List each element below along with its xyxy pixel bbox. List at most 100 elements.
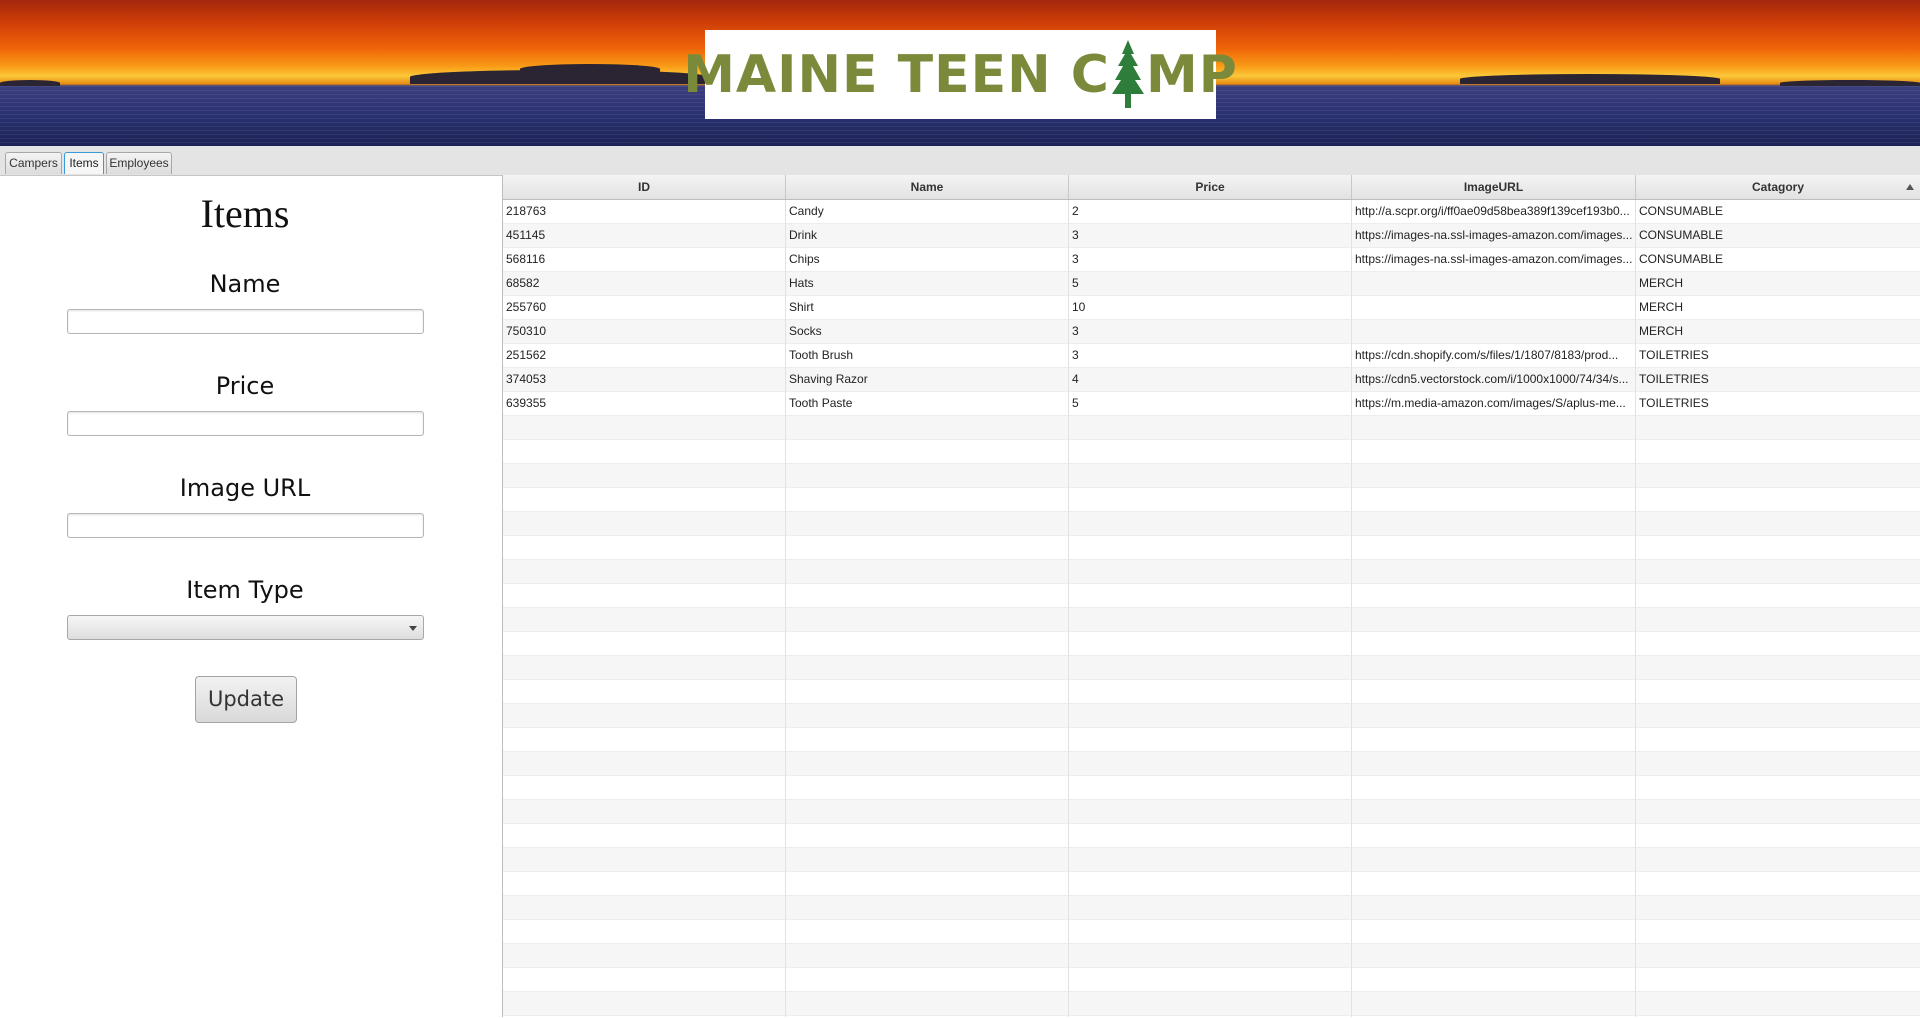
table-cell: [1069, 872, 1352, 896]
item-type-dropdown[interactable]: [67, 615, 424, 640]
tab-bar: Campers Items Employees: [0, 146, 1920, 176]
table-cell: [1352, 440, 1636, 464]
empty-table-row[interactable]: [503, 608, 1920, 632]
empty-table-row[interactable]: [503, 992, 1920, 1016]
empty-table-row[interactable]: [503, 536, 1920, 560]
table-row[interactable]: 218763 Candy 2 http://a.scpr.org/i/ff0ae09d…: [503, 200, 1920, 224]
items-table[interactable]: ID Name Price ImageURL Catagory 218763 Ca…: [502, 175, 1920, 1017]
table-cell: http://a.scpr.org/i/ff0ae09d58bea389f139…: [1352, 200, 1636, 224]
tab-items[interactable]: Items: [64, 152, 104, 174]
tab-label: Campers: [9, 156, 58, 170]
table-cell: [1069, 560, 1352, 584]
table-cell: [1352, 800, 1636, 824]
empty-table-row[interactable]: [503, 1016, 1920, 1017]
table-cell: [1069, 464, 1352, 488]
table-cell: [1069, 800, 1352, 824]
table-cell: https://images-na.ssl-images-amazon.com/…: [1352, 248, 1636, 272]
price-label: Price: [215, 372, 275, 400]
table-row[interactable]: 255760 Shirt 10 MERCH: [503, 296, 1920, 320]
table-row[interactable]: 68582 Hats 5 MERCH: [503, 272, 1920, 296]
table-cell: [786, 584, 1069, 608]
empty-table-row[interactable]: [503, 968, 1920, 992]
empty-table-row[interactable]: [503, 920, 1920, 944]
empty-table-row[interactable]: [503, 416, 1920, 440]
image-url-input[interactable]: [67, 513, 424, 538]
empty-table-row[interactable]: [503, 488, 1920, 512]
update-button[interactable]: Update: [195, 676, 297, 723]
empty-table-row[interactable]: [503, 632, 1920, 656]
empty-table-row[interactable]: [503, 824, 1920, 848]
table-row[interactable]: 639355 Tooth Paste 5 https://m.media-amazon…: [503, 392, 1920, 416]
empty-table-row[interactable]: [503, 584, 1920, 608]
table-cell: [786, 680, 1069, 704]
table-cell: 68582: [503, 272, 786, 296]
table-cell: [786, 920, 1069, 944]
price-input[interactable]: [67, 411, 424, 436]
empty-table-row[interactable]: [503, 800, 1920, 824]
table-cell: 10: [1069, 296, 1352, 320]
column-header-catagory[interactable]: Catagory: [1636, 175, 1920, 199]
table-cell: [503, 416, 786, 440]
table-cell: [786, 848, 1069, 872]
empty-table-row[interactable]: [503, 464, 1920, 488]
table-cell: [1069, 584, 1352, 608]
table-cell: [1636, 416, 1920, 440]
table-cell: https://m.media-amazon.com/images/S/aplu…: [1352, 392, 1636, 416]
page-title: Items: [200, 191, 290, 236]
table-cell: [1352, 680, 1636, 704]
empty-table-row[interactable]: [503, 776, 1920, 800]
table-cell: [786, 608, 1069, 632]
empty-table-row[interactable]: [503, 680, 1920, 704]
table-cell: [786, 632, 1069, 656]
table-cell: Tooth Brush: [786, 344, 1069, 368]
table-cell: TOILETRIES: [1636, 392, 1920, 416]
table-cell: [1352, 632, 1636, 656]
table-cell: [503, 776, 786, 800]
empty-table-row[interactable]: [503, 944, 1920, 968]
table-row[interactable]: 251562 Tooth Brush 3 https://cdn.shopify.co…: [503, 344, 1920, 368]
table-cell: [1636, 752, 1920, 776]
table-cell: [786, 512, 1069, 536]
column-header-price[interactable]: Price: [1069, 175, 1352, 199]
empty-table-row[interactable]: [503, 752, 1920, 776]
empty-table-row[interactable]: [503, 872, 1920, 896]
empty-table-row[interactable]: [503, 728, 1920, 752]
tab-campers[interactable]: Campers: [5, 152, 62, 174]
empty-table-row[interactable]: [503, 848, 1920, 872]
table-cell: [786, 968, 1069, 992]
column-header-name[interactable]: Name: [786, 175, 1069, 199]
table-cell: [1069, 656, 1352, 680]
column-header-label: Catagory: [1751, 180, 1804, 194]
column-header-imageurl[interactable]: ImageURL: [1352, 175, 1636, 199]
empty-table-row[interactable]: [503, 560, 1920, 584]
empty-table-row[interactable]: [503, 440, 1920, 464]
table-cell: [1352, 704, 1636, 728]
table-cell: [1636, 512, 1920, 536]
table-cell: [1636, 608, 1920, 632]
table-cell: [1352, 656, 1636, 680]
table-cell: [1352, 752, 1636, 776]
table-cell: [1636, 632, 1920, 656]
table-row[interactable]: 750310 Socks 3 MERCH: [503, 320, 1920, 344]
table-cell: [503, 1016, 786, 1017]
tab-employees[interactable]: Employees: [106, 152, 172, 174]
table-row[interactable]: 374053 Shaving Razor 4 https://cdn5.vectors…: [503, 368, 1920, 392]
empty-table-row[interactable]: [503, 656, 1920, 680]
tab-label: Items: [69, 156, 99, 170]
empty-table-row[interactable]: [503, 512, 1920, 536]
table-cell: [1636, 680, 1920, 704]
empty-table-row[interactable]: [503, 896, 1920, 920]
table-cell: 451145: [503, 224, 786, 248]
table-row[interactable]: 568116 Chips 3 https://images-na.ssl-images…: [503, 248, 1920, 272]
table-cell: [1352, 1016, 1636, 1017]
header-banner: MAINE TEEN C MP: [0, 0, 1920, 146]
empty-table-row[interactable]: [503, 704, 1920, 728]
table-cell: TOILETRIES: [1636, 368, 1920, 392]
column-header-id[interactable]: ID: [503, 175, 786, 199]
table-cell: [1636, 824, 1920, 848]
name-input[interactable]: [67, 309, 424, 334]
table-cell: [503, 968, 786, 992]
table-cell: [786, 656, 1069, 680]
camp-logo: MAINE TEEN C MP: [683, 30, 1237, 119]
table-row[interactable]: 451145 Drink 3 https://images-na.ssl-images…: [503, 224, 1920, 248]
